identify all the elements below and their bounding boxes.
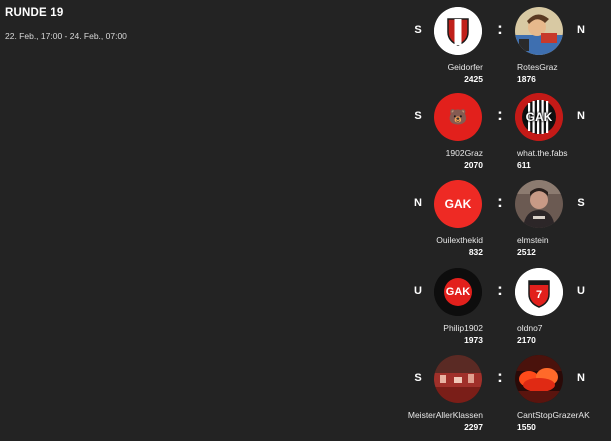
shield-icon bbox=[434, 7, 482, 55]
away-result: U bbox=[577, 285, 585, 297]
bear-icon: 🐻 bbox=[448, 107, 468, 126]
match-row[interactable]: S : N Geidorfer 2425 RotesGraz 1876 bbox=[405, 7, 605, 84]
home-player-score: 1973 bbox=[464, 335, 483, 345]
avatar-philip1902[interactable]: GAK bbox=[434, 268, 482, 316]
avatar-oldno7[interactable]: 7 bbox=[515, 268, 563, 316]
match-row[interactable]: U GAK : 7 U Philip1902 1973 oldno7 2170 bbox=[405, 268, 605, 345]
cartoon-photo bbox=[515, 7, 563, 55]
away-player-name[interactable]: oldno7 bbox=[517, 323, 543, 333]
avatar-elmstein[interactable] bbox=[515, 180, 563, 228]
fans-pyro-photo bbox=[515, 355, 563, 403]
home-player-name[interactable]: Geidorfer bbox=[448, 62, 483, 72]
away-player-score: 1876 bbox=[517, 74, 536, 84]
shield-number: 7 bbox=[535, 289, 543, 301]
home-result: S bbox=[414, 372, 422, 384]
away-player-name[interactable]: CantStopGrazerAK bbox=[517, 410, 590, 420]
away-player-name[interactable]: RotesGraz bbox=[517, 62, 558, 72]
home-player-name[interactable]: 1902Graz bbox=[446, 148, 483, 158]
away-result: N bbox=[577, 372, 585, 384]
gak-logo-text: GAK bbox=[444, 197, 472, 211]
away-player-score: 2512 bbox=[517, 247, 536, 257]
avatar-ouilexthekid[interactable]: GAK bbox=[434, 180, 482, 228]
round-info: RUNDE 19 22. Feb., 17:00 - 24. Feb., 07:… bbox=[5, 7, 135, 44]
away-result: N bbox=[577, 110, 585, 122]
home-result: U bbox=[414, 285, 422, 297]
vs-separator: : bbox=[497, 192, 503, 211]
away-result: S bbox=[577, 197, 585, 209]
vs-separator: : bbox=[497, 105, 503, 124]
gak-crest-label: GAK bbox=[525, 110, 553, 124]
home-result: N bbox=[414, 197, 422, 209]
away-result: N bbox=[577, 24, 585, 36]
vs-separator: : bbox=[497, 19, 503, 38]
home-result: S bbox=[414, 110, 422, 122]
away-player-name[interactable]: what.the.fabs bbox=[517, 148, 568, 158]
stadium-photo bbox=[434, 355, 482, 403]
home-player-score: 832 bbox=[468, 247, 483, 257]
avatar-rotesgraz[interactable] bbox=[515, 7, 563, 55]
match-row[interactable]: S 🐻 : GAK N 1902Graz 2070 what.the.fabs … bbox=[405, 93, 605, 170]
home-result: S bbox=[414, 24, 422, 36]
avatar-meisterallerklassen[interactable] bbox=[434, 355, 482, 403]
home-player-name[interactable]: Ouilexthekid bbox=[436, 235, 483, 245]
match-row[interactable]: N GAK : S Ouilexthekid 832 elmstein 2512 bbox=[405, 180, 605, 257]
home-player-score: 2425 bbox=[464, 74, 483, 84]
person-photo bbox=[515, 180, 563, 228]
gak-logo-text: GAK bbox=[445, 286, 471, 298]
home-player-name[interactable]: Philip1902 bbox=[443, 323, 483, 333]
vs-separator: : bbox=[497, 280, 503, 299]
away-player-name[interactable]: elmstein bbox=[517, 235, 549, 245]
home-player-name[interactable]: MeisterAllerKlassen bbox=[408, 410, 483, 420]
away-player-score: 611 bbox=[517, 160, 531, 170]
avatar-cantstopgrazerak[interactable] bbox=[515, 355, 563, 403]
avatar-1902graz[interactable]: 🐻 bbox=[434, 93, 482, 141]
away-player-score: 1550 bbox=[517, 422, 536, 432]
avatar-what-the-fabs[interactable]: GAK bbox=[515, 93, 563, 141]
round-dates: 22. Feb., 17:00 - 24. Feb., 07:00 bbox=[5, 31, 127, 41]
avatar-geidorfer[interactable] bbox=[434, 7, 482, 55]
home-player-score: 2070 bbox=[464, 160, 483, 170]
home-player-score: 2297 bbox=[464, 422, 483, 432]
away-player-score: 2170 bbox=[517, 335, 536, 345]
vs-separator: : bbox=[497, 367, 503, 386]
round-title: RUNDE 19 bbox=[5, 7, 64, 19]
match-row[interactable]: S : N MeisterAllerKlassen 2297 CantStopG… bbox=[405, 355, 605, 432]
